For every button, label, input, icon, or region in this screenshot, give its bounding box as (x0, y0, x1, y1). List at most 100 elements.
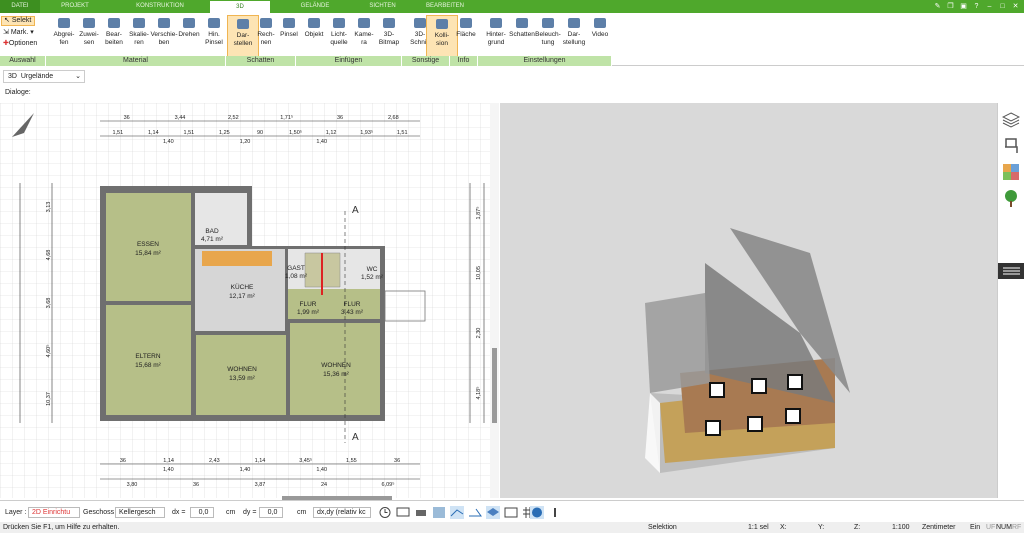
dy-input[interactable]: 0,0 (259, 507, 283, 518)
tree-icon[interactable] (1002, 189, 1020, 207)
dialoge-label: Dialoge: (5, 89, 31, 96)
section-marker-bottom: A (352, 432, 359, 443)
print-icon[interactable] (414, 506, 428, 519)
line-snap-icon[interactable] (450, 506, 464, 519)
dimension-label: 1,93⁵ (360, 129, 373, 136)
status-units: Zentimeter (922, 524, 956, 531)
einfuegen-icon-2 (356, 16, 372, 30)
angle-icon[interactable] (468, 506, 482, 519)
paste-icon[interactable]: ▣ (959, 2, 968, 11)
room-area-wc: 1,52 m² (361, 274, 384, 281)
section-marker-top: A (352, 205, 359, 216)
grid-snap-icon[interactable] (432, 506, 446, 519)
dimension-label: 2,52 (228, 115, 239, 121)
room-area-flur2: 3,43 m² (341, 309, 364, 316)
status-scale: 1:1 sel (748, 524, 769, 531)
layer-select[interactable]: 2D Einrichtu (28, 507, 80, 518)
geschoss-select[interactable]: Kellergesch (115, 507, 165, 518)
dimension-label: 3,13 (46, 202, 52, 213)
monitor-icon[interactable] (396, 506, 410, 519)
dimension-label: 36 (193, 482, 199, 488)
dimension-label: 36 (337, 115, 343, 121)
table-icon[interactable] (504, 506, 518, 519)
dimension-label: 1,40 (240, 467, 251, 473)
chair-icon[interactable] (1002, 137, 1020, 155)
dimension-label: 2,43 (209, 458, 220, 464)
mark-button[interactable]: ⇲ Mark. ▾ (3, 28, 34, 37)
dimension-label: 3,80 (127, 482, 138, 488)
tab-projekt[interactable]: PROJEKT (40, 0, 110, 13)
floor-plan-view[interactable]: A A ESSEN 15,84 m² BAD 4,71 m² KÜCHE 12,… (0, 103, 499, 498)
dimension-label: 4,18⁵ (475, 387, 482, 400)
room-area-essen: 15,84 m² (135, 250, 161, 257)
dimension-label: 1,14 (255, 458, 266, 464)
minimize-icon[interactable]: – (985, 2, 994, 11)
room-wohnen-2[interactable] (290, 323, 380, 415)
material-button-6[interactable]: Hin. Pinsel (198, 15, 230, 57)
coordinate-mode-select[interactable]: dx,dy (relativ kc (313, 507, 371, 518)
3d-view[interactable] (500, 103, 997, 498)
floor-plan-canvas[interactable]: A A ESSEN 15,84 m² BAD 4,71 m² KÜCHE 12,… (0, 103, 499, 498)
einfuegen-label-3-1: Bitmap (378, 39, 400, 46)
room-name-wohnen1: WOHNEN (227, 366, 257, 373)
dimension-label: 90 (257, 130, 263, 136)
optionen-button[interactable]: ✚Optionen (3, 39, 37, 48)
status-x: X: (780, 524, 787, 531)
palette-icon[interactable] (1002, 163, 1020, 181)
panel-toggle-icon[interactable] (998, 263, 1024, 279)
info-button-0[interactable]: Fläche (450, 15, 482, 57)
dimension-label: 1,12 (326, 130, 337, 136)
room-eltern[interactable] (106, 305, 191, 415)
room-area-flur1: 1,99 m² (297, 309, 320, 316)
dimension-label: 2,68 (388, 115, 399, 121)
close-icon[interactable]: ✕ (1011, 2, 1020, 11)
mark-icon: ⇲ (3, 29, 9, 36)
status-y: Y: (818, 524, 825, 531)
einstellungen-button-4[interactable]: Video (584, 15, 616, 57)
einstellungen-icon-2 (540, 16, 556, 30)
dx-label: dx = (172, 509, 186, 516)
einfuegen-button-3[interactable]: 3D- Bitmap (373, 15, 405, 57)
tab-sichten[interactable]: SICHTEN (360, 0, 405, 13)
selekt-button[interactable]: ↖ Selekt (1, 16, 35, 26)
tab-datei[interactable]: DATEI (0, 0, 40, 13)
3d-house-render[interactable] (500, 103, 997, 498)
copy-icon[interactable]: ❐ (946, 2, 955, 11)
room-name-wohnen2: WOHNEN (321, 362, 351, 369)
tab-konstruktion[interactable]: KONSTRUKTION (110, 0, 210, 13)
mark-label: Mark. (10, 29, 29, 36)
maximize-icon[interactable]: □ (998, 2, 1007, 11)
cursor-icon: ↖ (4, 17, 10, 24)
tab-bearbeiten[interactable]: BEARBEITEN (405, 0, 485, 13)
dimension-label: 1,40 (316, 467, 327, 473)
einstellungen-icon-4 (592, 16, 608, 30)
geschoss-label: Geschoss : (83, 509, 119, 516)
einstellungen-icon-1 (514, 16, 530, 30)
room-name-wc: WC (367, 266, 378, 273)
material-icon-4 (156, 16, 172, 30)
status-ein: Ein (970, 524, 981, 531)
pin-icon[interactable] (548, 506, 562, 519)
view-mode: 3D (8, 73, 17, 80)
brush-icon[interactable]: ✎ (933, 2, 942, 11)
status-scale2: 1:100 (892, 524, 910, 531)
dx-input[interactable]: 0,0 (190, 507, 214, 518)
dimension-label: 1,14 (163, 458, 174, 464)
room-area-kueche: 12,17 m² (229, 293, 255, 300)
ortho-icon[interactable] (530, 506, 544, 519)
room-name-flur2: FLUR (344, 301, 361, 308)
help-icon[interactable]: ? (972, 2, 981, 11)
dimension-label: 24 (321, 482, 327, 488)
group-label-auswahl: Auswahl (0, 56, 46, 66)
tab-gelaende[interactable]: GELÄNDE (270, 0, 360, 13)
plan-vertical-scrollbar[interactable] (490, 103, 499, 498)
view-select[interactable]: 3D Urgelände ⌄ (3, 70, 85, 83)
layers-icon[interactable] (1001, 111, 1021, 129)
sonstige-icon-1 (434, 17, 450, 31)
status-help-text: Drücken Sie F1, um Hilfe zu erhalten. (3, 524, 120, 531)
clock-icon[interactable] (378, 506, 392, 519)
material-icon-5 (181, 16, 197, 30)
layer-stack-icon[interactable] (486, 506, 500, 519)
dimension-label: 4,68 (46, 250, 52, 261)
info-label-0-0: Fläche (456, 31, 476, 38)
